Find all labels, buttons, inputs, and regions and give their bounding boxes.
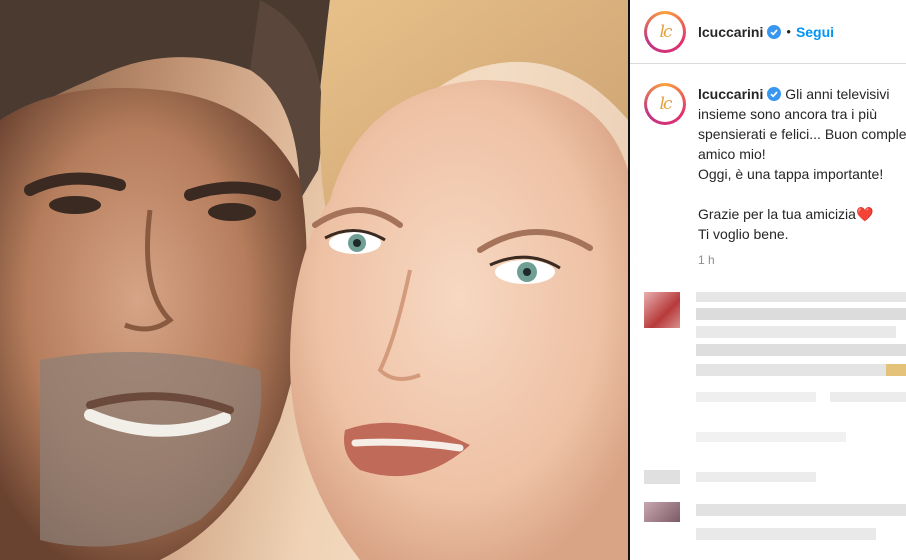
comment-line [696,308,906,320]
comment-line [696,504,906,516]
comment-meta [830,392,906,402]
comment-avatar [644,502,680,522]
follow-button[interactable]: Segui [796,24,834,40]
avatar[interactable]: lc [644,10,686,53]
caption-username[interactable]: lcuccarini [698,86,763,102]
caption-text-line-5: Oggi, è una tappa importante! [698,166,884,182]
comment-line [696,344,906,356]
comment-avatar [644,470,680,484]
verified-icon [767,24,782,39]
comment-line [696,528,876,540]
comment-avatar [644,292,680,328]
post-timestamp: 1 h [698,253,715,267]
comment-line [696,292,906,302]
comment-meta [696,392,816,402]
photo-illustration [0,0,628,560]
caption-verified-icon [767,87,782,101]
comment-line [696,326,896,338]
avatar-logo: lc [647,13,683,50]
comment-line [696,472,816,482]
separator-dot: • [786,24,791,39]
caption-text-line-3: spensierati e felici... Buon compleanno [698,126,906,142]
caption-text-line-1: Gli anni televisivi [785,86,890,102]
caption-text-line-2: insieme sono ancora tra i più [698,106,877,122]
caption-text-line-7: Ti voglio bene. [698,226,789,242]
comment-emoji [886,364,906,376]
comment-line [696,364,886,376]
heart-emoji-icon: ❤️ [855,206,874,222]
comment-meta [696,432,846,442]
caption-text-line-6: Grazie per la tua amicizia❤️ [698,204,906,224]
caption-line-1: lcuccarini Gli anni televisivi [698,84,906,104]
caption-text: lcuccarini Gli anni televisivi insieme s… [698,84,906,244]
post-side-panel: lc lcuccarini • Segui lc lcuccarini Gli … [630,0,906,560]
caption-text-line-6-text: Grazie per la tua amicizia [698,206,856,222]
post-photo[interactable] [0,0,628,560]
post-header: lc lcuccarini • Segui [630,0,906,64]
header-username[interactable]: lcuccarini [698,24,763,40]
caption-avatar-logo: lc [647,86,683,122]
blurred-comments [630,282,906,560]
caption-avatar[interactable]: lc [644,83,686,125]
caption: lc lcuccarini Gli anni televisivi insiem… [630,64,906,244]
caption-text-line-4: amico mio! [698,146,766,162]
